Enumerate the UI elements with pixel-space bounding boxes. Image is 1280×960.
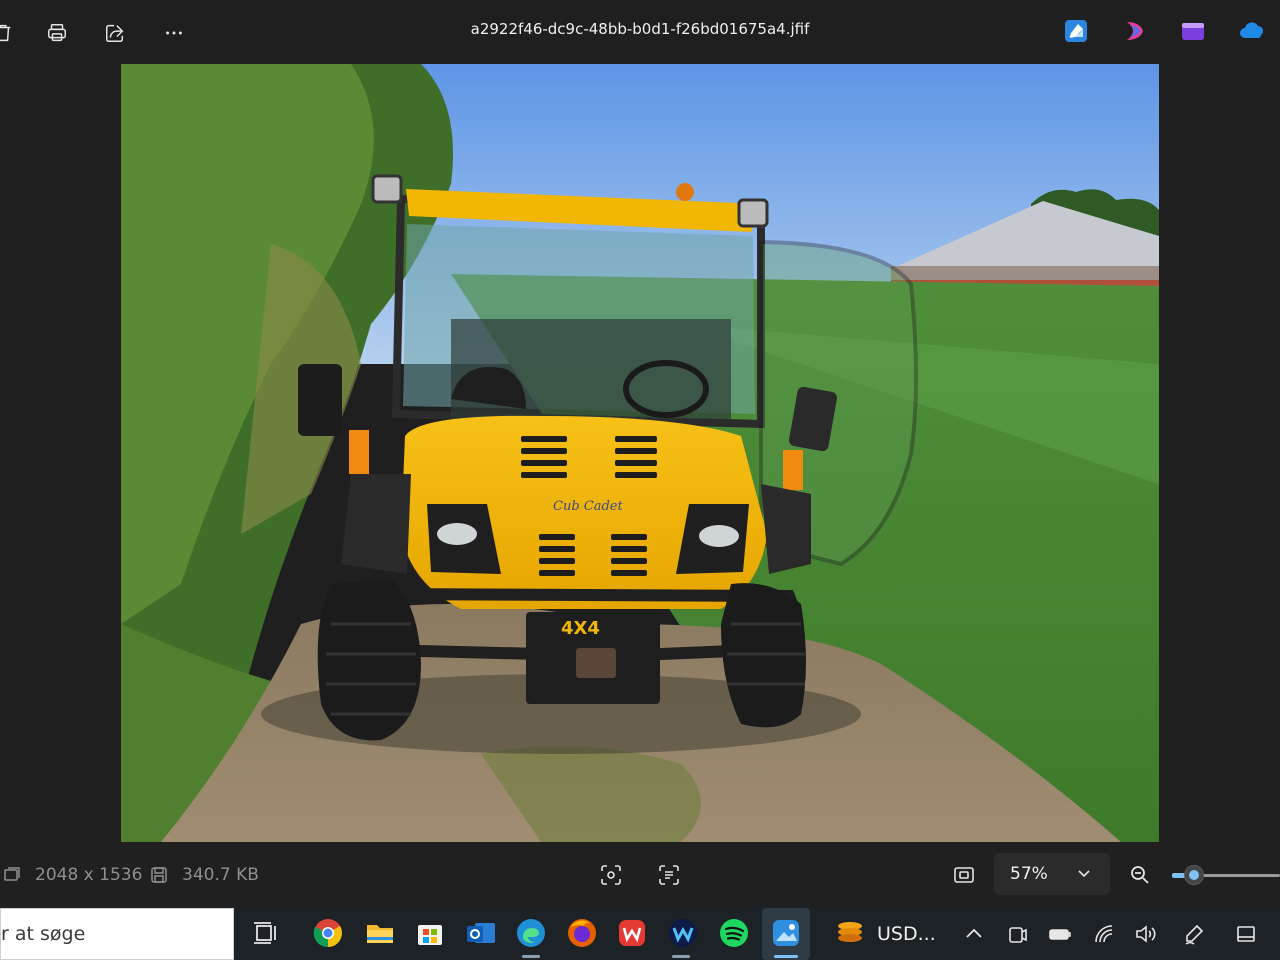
file-name: a2922f46-dc9c-48bb-b0d1-f26bd01675a4.jfi… [470,20,810,38]
search-text: r at søge [1,923,86,945]
delete-button[interactable] [0,16,20,50]
chrome-icon [313,919,342,948]
print-icon [48,24,66,42]
text-scan-icon[interactable] [657,863,681,887]
photos-taskbar-button[interactable] [768,915,804,951]
visual-search-icon[interactable] [599,863,623,887]
edge-icon [517,919,545,947]
vehicle-photo: Cub Cadet 4X4 [121,64,1159,842]
wps-office-icon [619,920,645,946]
spotify-icon [720,919,748,947]
volume-icon[interactable] [1133,922,1157,946]
copilot-icon[interactable] [1122,18,1148,44]
4x4-badge: 4X4 [561,618,600,639]
usd-widget-label[interactable]: USD... [877,923,936,945]
zoom-slider-thumb[interactable] [1183,865,1204,885]
task-view-button[interactable] [248,915,284,951]
file-explorer-taskbar-button[interactable] [362,915,398,951]
firefox-icon [568,919,596,947]
outlook-taskbar-button[interactable] [463,915,499,951]
more-options-button[interactable] [157,16,191,50]
share-button[interactable] [98,16,132,50]
file-size: 340.7 KB [182,865,259,885]
image-dimensions: 2048 x 1536 [35,865,143,885]
file-size-icon [151,867,167,883]
delete-icon [0,24,11,42]
zoom-value: 57% [1010,864,1048,884]
currency-icon [838,922,862,942]
usd-widget-button[interactable] [832,915,868,951]
chevron-down-icon [1078,870,1090,878]
onedrive-icon[interactable] [1238,18,1268,44]
image-size-icon [4,867,20,881]
webex-taskbar-button[interactable] [665,915,701,951]
fit-to-window-icon[interactable] [952,863,976,887]
meet-now-icon[interactable] [1006,922,1030,946]
photo-viewer-window: a2922f46-dc9c-48bb-b0d1-f26bd01675a4.jfi… [0,0,1280,906]
vehicle-brand-text: Cub Cadet [553,499,623,514]
wifi-icon[interactable] [1092,922,1116,946]
wps-office-taskbar-button[interactable] [614,915,650,951]
battery-icon[interactable] [1048,922,1072,946]
task-view-icon [254,922,276,944]
photos-running-indicator [774,955,798,958]
pen-icon[interactable] [1182,922,1206,946]
zoom-dropdown[interactable]: 57% [994,853,1110,895]
chevron-up-icon[interactable] [962,922,986,946]
clipchamp-icon[interactable] [1180,18,1206,44]
folder-icon [367,925,393,943]
photo-canvas[interactable]: Cub Cadet 4X4 [121,64,1159,842]
chrome-taskbar-button[interactable] [310,915,346,951]
spotify-taskbar-button[interactable] [716,915,752,951]
edge-running-indicator [522,955,540,958]
store-taskbar-button[interactable] [412,915,448,951]
share-icon [106,24,124,42]
tablet-mode-icon[interactable] [1234,922,1258,946]
print-button[interactable] [40,16,74,50]
taskbar-search-box[interactable]: r at søge [0,908,234,960]
more-icon [166,31,182,35]
zoom-out-icon[interactable] [1128,863,1152,887]
webex-running-indicator [672,955,690,958]
webex-icon [669,919,697,947]
photos-icon [773,920,799,946]
edge-taskbar-button[interactable] [513,915,549,951]
top-toolbar: a2922f46-dc9c-48bb-b0d1-f26bd01675a4.jfi… [0,0,1280,64]
photos-editor-icon[interactable] [1063,18,1089,44]
outlook-icon [467,923,495,943]
firefox-taskbar-button[interactable] [564,915,600,951]
store-icon [418,925,442,945]
